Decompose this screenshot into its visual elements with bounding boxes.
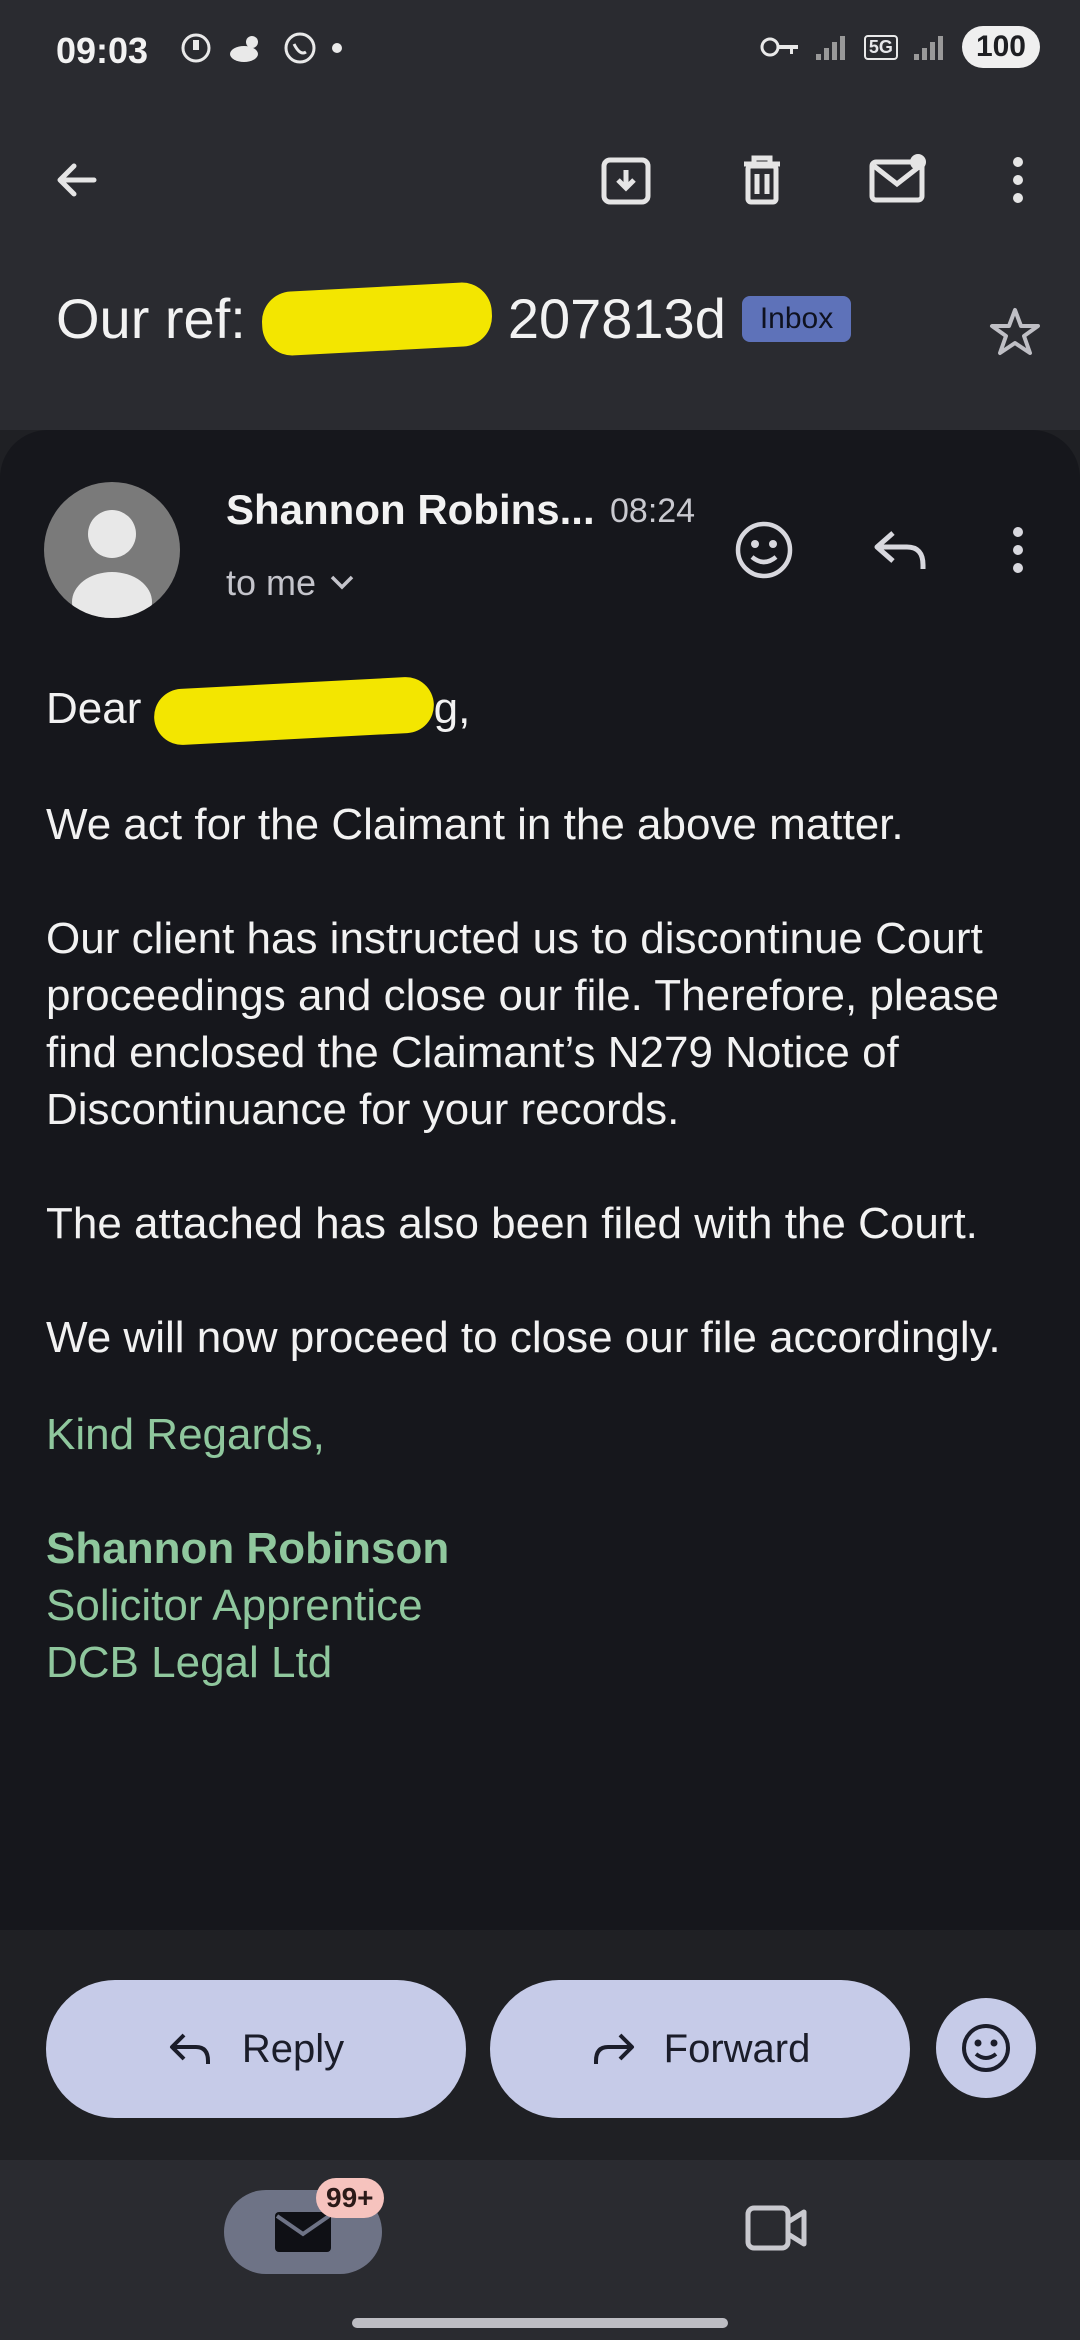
vpn-icon bbox=[181, 33, 211, 63]
more-options-button[interactable] bbox=[978, 140, 1058, 220]
avatar[interactable] bbox=[44, 482, 180, 618]
more-vertical-icon bbox=[1013, 157, 1023, 203]
subject-prefix: Our ref: bbox=[56, 287, 246, 350]
subject-suffix: 207813d bbox=[507, 287, 726, 350]
recipient-label: to me bbox=[226, 562, 317, 603]
redaction-mark-name bbox=[152, 676, 435, 747]
reply-icon bbox=[169, 2033, 210, 2064]
weather-icon bbox=[230, 36, 258, 62]
greeting-prefix: Dear bbox=[46, 684, 142, 733]
subject-area: Our ref: 207813d Inbox bbox=[0, 260, 1080, 430]
archive-button[interactable] bbox=[586, 140, 666, 220]
paragraph-4: We will now proceed to close our file ac… bbox=[46, 1313, 1001, 1363]
star-icon bbox=[990, 308, 1040, 355]
message-more-button[interactable] bbox=[968, 500, 1068, 600]
recipient-toggle[interactable]: to me bbox=[226, 562, 356, 604]
signature-name: Shannon Robinson bbox=[46, 1524, 450, 1574]
reply-icon-button[interactable] bbox=[850, 500, 950, 600]
email-card: Shannon Robins... 08:24 to me Dear g, We… bbox=[0, 430, 1080, 1930]
status-time: 09:03 bbox=[56, 30, 149, 71]
mark-unread-button[interactable] bbox=[858, 140, 938, 220]
whatsapp-icon bbox=[284, 32, 316, 64]
status-bar: 09:03 5G 100 bbox=[0, 0, 1080, 100]
forward-label: Forward bbox=[663, 2026, 811, 2071]
email-body: Dear g, We act for the Claimant in the a… bbox=[46, 676, 1046, 1691]
greeting-suffix: g, bbox=[433, 684, 471, 733]
emoji-reaction-button[interactable] bbox=[936, 1998, 1036, 2098]
person-icon bbox=[72, 510, 152, 618]
video-camera-icon bbox=[745, 2205, 807, 2251]
back-arrow-icon bbox=[57, 163, 97, 197]
paragraph-1: We act for the Claimant in the above mat… bbox=[46, 800, 904, 850]
signature-title: Solicitor Apprentice bbox=[46, 1581, 423, 1631]
signal-icon bbox=[815, 36, 845, 60]
status-icons-left bbox=[178, 30, 342, 66]
signature-closing: Kind Regards, bbox=[46, 1410, 325, 1460]
signature-company: DCB Legal Ltd bbox=[46, 1638, 333, 1688]
status-icons-right: 5G 100 bbox=[760, 26, 1040, 68]
more-vertical-icon bbox=[1013, 527, 1023, 573]
subject-line: Our ref: 207813d Inbox bbox=[56, 280, 852, 357]
signal-icon-2 bbox=[913, 36, 943, 60]
mail-icon bbox=[275, 2212, 331, 2252]
reply-icon bbox=[874, 531, 926, 569]
archive-icon bbox=[601, 157, 651, 205]
forward-icon bbox=[593, 2033, 634, 2064]
battery-indicator: 100 bbox=[961, 26, 1040, 68]
battery-level: 100 bbox=[975, 30, 1026, 63]
unread-count-badge: 99+ bbox=[316, 2178, 384, 2218]
gesture-handle[interactable] bbox=[352, 2318, 728, 2328]
email-toolbar bbox=[0, 100, 1080, 260]
delete-button[interactable] bbox=[722, 140, 802, 220]
notification-dot bbox=[332, 43, 342, 53]
inbox-label-badge[interactable]: Inbox bbox=[741, 295, 852, 342]
back-button[interactable] bbox=[36, 140, 116, 220]
paragraph-2: Our client has instructed us to disconti… bbox=[46, 914, 1000, 1135]
smiley-icon bbox=[735, 521, 793, 579]
trash-icon bbox=[744, 155, 780, 205]
star-button[interactable] bbox=[986, 304, 1044, 367]
network-type: 5G bbox=[863, 34, 898, 60]
smiley-icon bbox=[962, 2024, 1010, 2072]
nav-meet-tab[interactable] bbox=[744, 2200, 808, 2261]
emoji-react-button[interactable] bbox=[714, 500, 814, 600]
key-icon bbox=[760, 37, 798, 57]
signature-block: Shannon Robinson Solicitor Apprentice DC… bbox=[46, 1520, 1046, 1691]
forward-button[interactable]: Forward bbox=[490, 1980, 910, 2118]
chevron-down-icon bbox=[330, 575, 354, 590]
reply-label: Reply bbox=[241, 2026, 345, 2071]
bottom-navigation: 99+ bbox=[0, 2160, 1080, 2340]
reply-button[interactable]: Reply bbox=[46, 1980, 466, 2118]
greeting: Dear g, bbox=[46, 676, 1046, 747]
paragraph-3: The attached has also been filed with th… bbox=[46, 1199, 978, 1249]
mark-unread-icon bbox=[869, 154, 926, 203]
sender-name[interactable]: Shannon Robins... bbox=[226, 486, 595, 534]
redaction-mark bbox=[260, 280, 494, 357]
action-bar: Reply Forward bbox=[0, 1930, 1080, 2160]
email-time: 08:24 bbox=[610, 492, 696, 530]
